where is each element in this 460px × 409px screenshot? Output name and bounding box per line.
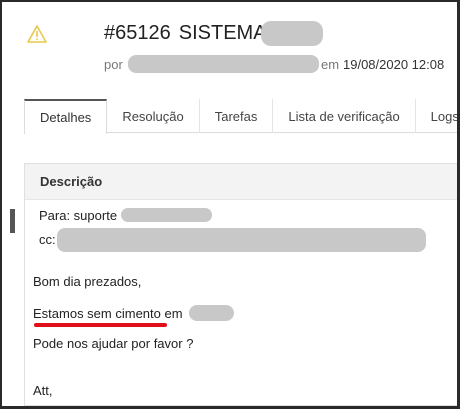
meta-at-label: em (321, 57, 340, 72)
redacted-block (57, 228, 426, 252)
cc-line: cc: (39, 232, 56, 247)
greeting-text: Bom dia prezados, (33, 274, 142, 289)
tab-resolucao[interactable]: Resolução (107, 99, 200, 133)
tab-logs[interactable]: Logs (416, 99, 457, 133)
description-heading: Descrição (25, 164, 457, 200)
ticket-window: #65126 SISTEMA- por em 19/08/2020 12:08 D… (2, 2, 457, 406)
ticket-tabs: Detalhes Resolução Tarefas Lista de veri… (24, 99, 457, 134)
meta-by-label: por (104, 57, 123, 72)
tab-lista-verificacao[interactable]: Lista de verificação (273, 99, 416, 133)
ticket-subject: SISTEMA- (178, 22, 274, 44)
redacted-block (261, 21, 323, 46)
tab-detalhes[interactable]: Detalhes (24, 99, 108, 134)
redacted-block (121, 208, 212, 222)
message-line-1: Estamos sem cimento em (33, 306, 183, 321)
warning-triangle-icon (27, 25, 47, 43)
ticket-date: 19/08/2020 12:08 (343, 57, 445, 72)
to-line: Para: suporte (39, 208, 118, 223)
closing-text: Att, (33, 383, 53, 398)
redacted-block (189, 305, 234, 321)
scroll-handle[interactable] (10, 209, 15, 233)
highlight-underline (34, 323, 167, 327)
ticket-title: #65126 SISTEMA- (104, 22, 273, 45)
ticket-number: #65126 (104, 22, 171, 44)
redacted-block (128, 55, 319, 73)
tab-tarefas[interactable]: Tarefas (200, 99, 274, 133)
message-line-2: Pode nos ajudar por favor ? (33, 336, 194, 351)
ticket-header: #65126 SISTEMA- por em 19/08/2020 12:08 (2, 2, 457, 98)
